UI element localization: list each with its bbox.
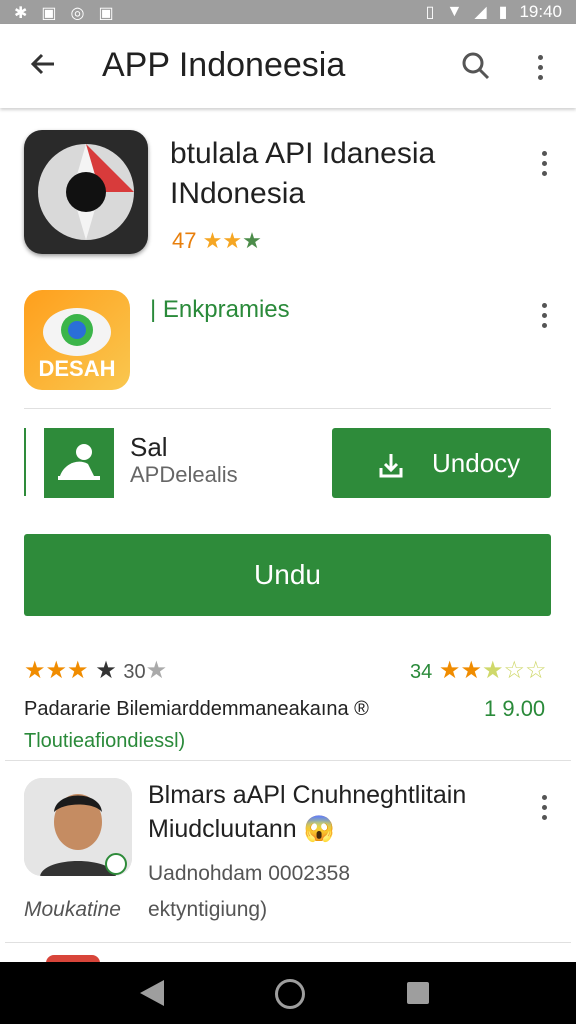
status-system-icons: ▯ ▼ ◢ ▮ 19:40 (426, 2, 562, 22)
app-icon-desah[interactable]: DESAH (24, 290, 130, 390)
vibrate-icon: ▯ (425, 4, 435, 21)
accent-bar (24, 428, 26, 496)
review-title-line2[interactable]: Miudcluutann 😱 (148, 812, 335, 846)
star-icon: ★★ (202, 228, 243, 253)
rating-right-count: 34 (410, 661, 433, 683)
app3-icon[interactable] (44, 428, 114, 498)
search-button[interactable] (456, 46, 496, 86)
app3-developer: APDelealis (130, 462, 238, 487)
more-options-button[interactable] (528, 50, 552, 90)
rating-left: ★★★ ★ 30★ (24, 656, 167, 685)
app2-icon-text: DESAH (38, 356, 115, 381)
status-bar: ✱ ▣ ◎ ▣ ▯ ▼ ◢ ▮ 19:40 (0, 0, 576, 24)
star-gray-icon: ★ (145, 657, 168, 684)
app3-name[interactable]: Sal (130, 432, 168, 463)
image-notification-icon: ▣ (41, 5, 57, 22)
search-icon (462, 52, 490, 80)
divider (5, 760, 571, 761)
eye-logo-icon: DESAH (38, 308, 116, 381)
status-notification-icons: ✱ ▣ ◎ ▣ (14, 3, 114, 23)
divider (24, 408, 551, 409)
rating-sub-link[interactable]: Tloutieafiondiessl) (24, 730, 185, 753)
person-avatar-icon (24, 778, 132, 876)
install-button-label: Undu (254, 559, 321, 590)
wifi-icon: ▼ (446, 3, 463, 20)
settings-notification-icon: ✱ (14, 5, 28, 22)
star-icon: ★ (242, 228, 262, 253)
page-title: APP Indoneesia (102, 46, 346, 84)
nav-recents-icon[interactable] (407, 982, 429, 1004)
download-icon (379, 454, 403, 478)
download-button-label: Undocy (432, 448, 521, 478)
microscope-icon (58, 444, 100, 480)
status-time: 19:40 (519, 2, 562, 21)
download-button[interactable]: Undocy (332, 428, 551, 498)
rating-left-count: 30 (123, 661, 146, 683)
app1-title-line1[interactable]: btulala API Idanesia (170, 134, 435, 174)
review-sub: Uadnohdam 0002358 (148, 862, 351, 885)
app1-rating: 47 ★★★ (172, 228, 262, 254)
app2-more-button[interactable] (532, 298, 556, 338)
rating-description: Padararie Bilemiarddemmaneakaına ® (24, 698, 369, 720)
divider (5, 942, 571, 943)
app1-title-line2[interactable]: INdonesia (170, 174, 305, 214)
app1-more-button[interactable] (532, 146, 556, 186)
review-meta: ektyntigiung) (148, 898, 268, 921)
battery-icon: ▮ (498, 4, 508, 21)
nav-back-icon[interactable] (140, 980, 164, 1006)
install-button[interactable]: Undu (24, 534, 551, 616)
compass-icon (38, 144, 134, 240)
star-outline-icon: ★ (88, 657, 117, 684)
review-title-line1[interactable]: Blmars aAPl Cnuhneghtlitain (148, 778, 466, 812)
rating-right: 34 ★★★☆☆ (410, 656, 547, 685)
price[interactable]: 1 9.00 (484, 696, 545, 722)
arrow-left-icon (30, 53, 54, 75)
app-icon-compass[interactable] (24, 130, 148, 254)
back-button[interactable] (24, 44, 64, 84)
target-notification-icon: ◎ (70, 5, 85, 22)
square-notification-icon: ▣ (98, 5, 114, 22)
signal-icon: ◢ (474, 4, 487, 21)
star-icon: ★★★ (24, 657, 89, 684)
app1-rating-value: 47 (172, 228, 197, 253)
review-author: Moukatine (24, 898, 121, 921)
star-half-icon: ★☆☆ (481, 657, 547, 684)
review-more-button[interactable] (532, 790, 556, 830)
avatar[interactable] (24, 778, 132, 876)
app2-label[interactable]: | Enkpramies (150, 296, 290, 324)
star-icon: ★★ (438, 657, 482, 684)
toolbar: APP Indoneesia (0, 24, 576, 108)
navigation-bar (0, 962, 576, 1024)
nav-home-icon[interactable] (275, 979, 305, 1009)
